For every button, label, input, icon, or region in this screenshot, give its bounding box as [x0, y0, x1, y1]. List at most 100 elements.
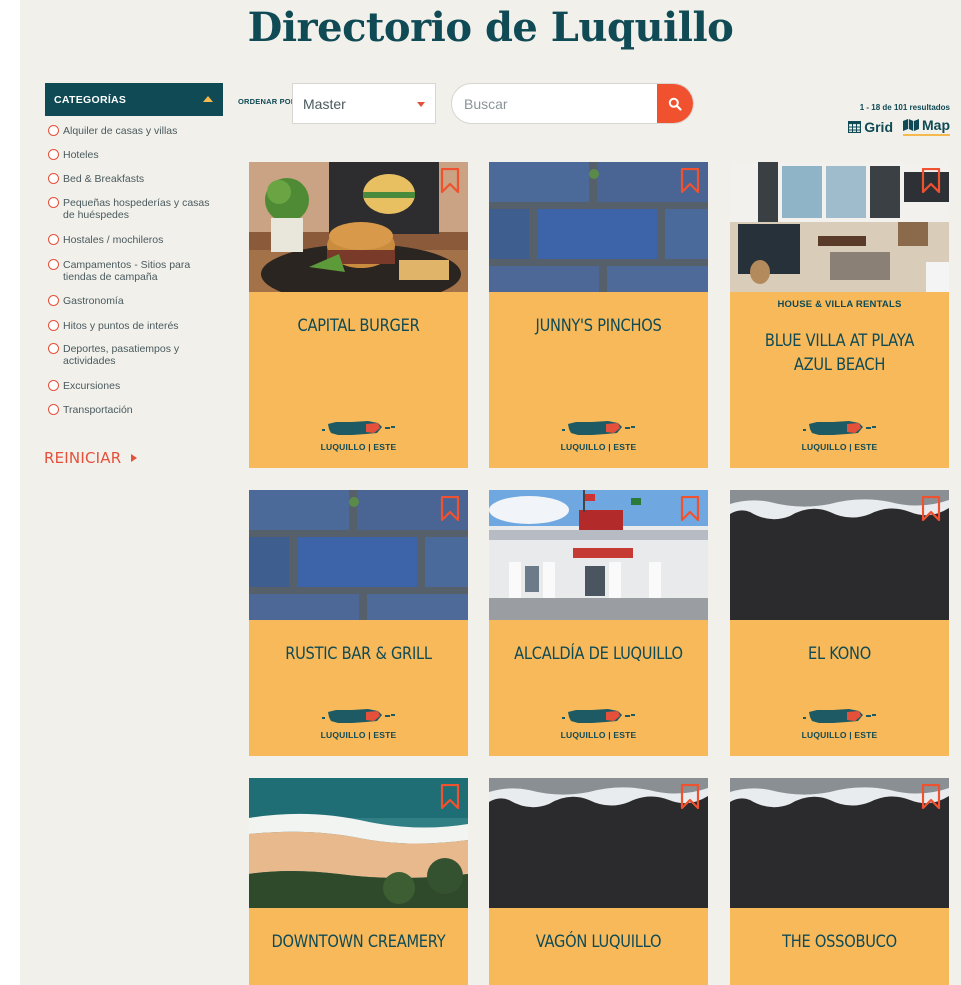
radio-icon[interactable]: [48, 125, 59, 136]
listing-title: ALCALDÍA DE LUQUILLO: [514, 644, 683, 664]
reset-link[interactable]: REINICIAR: [44, 449, 138, 467]
listing-category: HOUSE & VILLA RENTALS: [777, 299, 902, 310]
category-label: Excursiones: [63, 380, 121, 392]
listing-image: [730, 162, 949, 292]
location-label: LUQUILLO | ESTE: [801, 442, 878, 452]
radio-icon[interactable]: [48, 197, 59, 208]
bookmark-icon[interactable]: [680, 784, 700, 810]
listing-image: [249, 778, 468, 908]
location-badge: LUQUILLO | ESTE: [489, 418, 708, 452]
listing-card[interactable]: EL KONO LUQUILLO | ESTE: [730, 490, 949, 756]
category-label: Gastronomía: [63, 295, 124, 307]
category-label: Hoteles: [63, 149, 99, 161]
category-item[interactable]: Excursiones: [48, 380, 120, 392]
sort-value: Master: [303, 95, 346, 112]
location-badge: LUQUILLO | ESTE: [249, 418, 468, 452]
category-item[interactable]: Hoteles: [48, 149, 99, 161]
puerto-rico-map-icon: [802, 421, 876, 435]
category-item[interactable]: Campamentos - Sitios para tiendas de cam…: [48, 259, 208, 283]
location-label: LUQUILLO | ESTE: [560, 442, 637, 452]
listing-card[interactable]: DOWNTOWN CREAMERY: [249, 778, 468, 985]
listing-card[interactable]: VAGÓN LUQUILLO: [489, 778, 708, 985]
radio-icon[interactable]: [48, 404, 59, 415]
puerto-rico-map-icon: [321, 709, 395, 723]
radio-icon[interactable]: [48, 320, 59, 331]
grid-icon: [848, 120, 862, 133]
bookmark-icon[interactable]: [440, 496, 460, 522]
location-badge: LUQUILLO | ESTE: [249, 706, 468, 740]
category-label: Alquiler de casas y villas: [63, 125, 178, 137]
bookmark-icon[interactable]: [921, 784, 941, 810]
sort-select[interactable]: Master: [292, 83, 436, 124]
radio-icon[interactable]: [48, 295, 59, 306]
grid-label: Grid: [864, 118, 893, 135]
category-label: Campamentos - Sitios para tiendas de cam…: [63, 259, 191, 283]
listing-image: [249, 162, 468, 292]
puerto-rico-map-icon: [321, 421, 395, 435]
listing-card[interactable]: HOUSE & VILLA RENTALS BLUE VILLA AT PLAY…: [730, 162, 949, 468]
location-label: LUQUILLO | ESTE: [560, 730, 637, 740]
listing-title: JUNNY'S PINCHOS: [535, 316, 662, 336]
page-title: Directorio de Luquillo: [247, 4, 734, 51]
radio-icon[interactable]: [48, 343, 59, 354]
listing-card[interactable]: JUNNY'S PINCHOS LUQUILLO | ESTE: [489, 162, 708, 468]
map-icon: [903, 119, 919, 131]
caret-up-icon: [203, 96, 213, 102]
categories-header-label: CATEGORÍAS: [54, 93, 127, 106]
location-badge: LUQUILLO | ESTE: [489, 706, 708, 740]
category-item[interactable]: Deportes, pasatiempos y actividades: [48, 343, 198, 367]
radio-icon[interactable]: [48, 259, 59, 270]
arrow-right-icon: [131, 454, 138, 462]
results-count: 1 - 18 de 101 resultados: [859, 103, 950, 112]
bookmark-icon[interactable]: [440, 168, 460, 194]
map-view-button[interactable]: Map: [903, 117, 950, 136]
listing-title: RUSTIC BAR & GRILL: [285, 644, 432, 664]
puerto-rico-map-icon: [802, 709, 876, 723]
category-item[interactable]: Hitos y puntos de interés: [48, 320, 179, 332]
bookmark-icon[interactable]: [680, 496, 700, 522]
listing-title: THE OSSOBUCO: [782, 932, 897, 952]
bookmark-icon[interactable]: [680, 168, 700, 194]
bookmark-icon[interactable]: [440, 784, 460, 810]
category-item[interactable]: Pequeñas hospederías y casas de huéspede…: [48, 197, 220, 221]
location-badge: LUQUILLO | ESTE: [730, 706, 949, 740]
category-label: Pequeñas hospederías y casas de huéspede…: [63, 197, 210, 221]
listing-title: DOWNTOWN CREAMERY: [271, 932, 446, 952]
view-switcher: Grid Map: [848, 117, 950, 136]
listing-title: VAGÓN LUQUILLO: [535, 932, 662, 952]
category-item[interactable]: Bed & Breakfasts: [48, 173, 144, 185]
listing-card[interactable]: THE OSSOBUCO: [730, 778, 949, 985]
category-item[interactable]: Hostales / mochileros: [48, 234, 163, 246]
listing-card[interactable]: RUSTIC BAR & GRILL LUQUILLO | ESTE: [249, 490, 468, 756]
category-item[interactable]: Gastronomía: [48, 295, 124, 307]
search-button[interactable]: [657, 84, 693, 123]
location-label: LUQUILLO | ESTE: [801, 730, 878, 740]
reset-label: REINICIAR: [44, 449, 122, 467]
grid-view-button[interactable]: Grid: [848, 119, 893, 135]
radio-icon[interactable]: [48, 173, 59, 184]
category-label: Deportes, pasatiempos y actividades: [63, 343, 180, 367]
radio-icon[interactable]: [48, 149, 59, 160]
location-badge: LUQUILLO | ESTE: [730, 418, 949, 452]
search-input[interactable]: [452, 84, 658, 123]
bookmark-icon[interactable]: [921, 496, 941, 522]
listing-image: [730, 778, 949, 908]
categories-toggle[interactable]: CATEGORÍAS: [45, 83, 223, 116]
radio-icon[interactable]: [48, 234, 59, 245]
search-icon: [668, 97, 682, 111]
listing-card[interactable]: ALCALDÍA DE LUQUILLO LUQUILLO | ESTE: [489, 490, 708, 756]
listing-image: [730, 490, 949, 620]
listing-card[interactable]: CAPITAL BURGER LUQUILLO | ESTE: [249, 162, 468, 468]
sort-label: ORDENAR POR: [238, 97, 297, 106]
category-item[interactable]: Alquiler de casas y villas: [48, 125, 177, 137]
location-label: LUQUILLO | ESTE: [320, 442, 397, 452]
search-box: [451, 83, 694, 124]
dropdown-arrow-icon: [417, 102, 425, 107]
listing-image: [489, 490, 708, 620]
bookmark-icon[interactable]: [921, 168, 941, 194]
category-item[interactable]: Transportación: [48, 404, 133, 416]
page: Directorio de Luquillo CATEGORÍAS Alquil…: [20, 0, 961, 985]
radio-icon[interactable]: [48, 380, 59, 391]
listing-title: BLUE VILLA AT PLAYA AZUL BEACH: [764, 331, 915, 375]
category-label: Bed & Breakfasts: [63, 173, 145, 185]
